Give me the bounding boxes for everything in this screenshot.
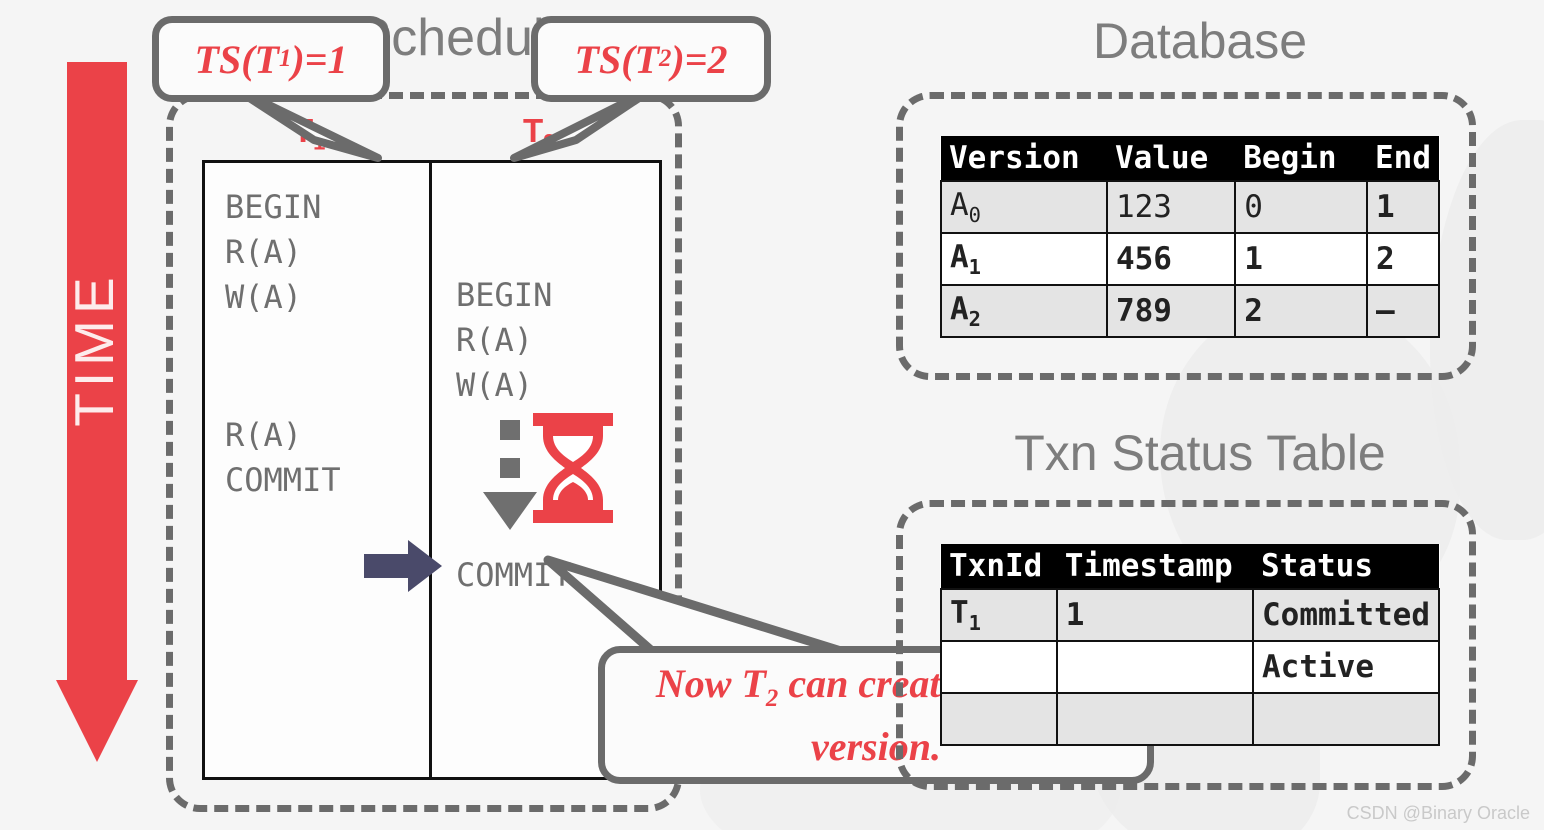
right-arrow-icon <box>364 540 442 592</box>
db-cell-version: A0 <box>940 180 1108 234</box>
t2-ops-top: BEGIN R(A) W(A) <box>456 276 553 404</box>
ts2-suffix: )=2 <box>671 36 728 82</box>
watermark-credit: CSDN @Binary Oracle <box>1346 803 1530 823</box>
tst-cell-timestamp <box>1055 692 1255 746</box>
txn-status-title: Txn Status Table <box>1014 425 1386 481</box>
tst-cell-status: Active <box>1252 640 1440 694</box>
tst-cell-timestamp: 1 <box>1055 588 1255 642</box>
tst-col-timestamp: Timestamp <box>1056 544 1254 589</box>
time-arrow-head <box>56 680 138 762</box>
db-cell-end: 2 <box>1366 232 1440 286</box>
t1-ops-top: BEGIN R(A) W(A) <box>225 188 322 316</box>
callout-ts1: TS(T 1)=1 <box>152 16 390 102</box>
wait-dot <box>500 420 520 440</box>
table-row: T1 1 Committed <box>940 588 1440 642</box>
db-cell-end: – <box>1366 284 1440 338</box>
db-cell-end: 1 <box>1366 180 1440 234</box>
table-header-row: TxnId Timestamp Status <box>941 544 1439 589</box>
time-axis-arrow: TIME <box>56 62 138 762</box>
note-line1-sub: 2 <box>765 684 779 712</box>
db-cell-begin: 2 <box>1234 284 1368 338</box>
db-col-end: End <box>1367 136 1439 181</box>
tst-cell-status <box>1252 692 1440 746</box>
tst-col-txnid: TxnId <box>941 544 1057 589</box>
ts1-suffix: )=1 <box>291 36 348 82</box>
slide-canvas: TIME Schedule T1 T2 BEGIN R(A) W(A) R(A)… <box>0 0 1544 830</box>
table-row <box>940 692 1440 746</box>
tst-cell-txnid: T1 <box>940 588 1058 642</box>
table-row: A0 123 0 1 <box>940 180 1440 234</box>
db-cell-version: A1 <box>940 232 1108 286</box>
tst-col-status: Status <box>1253 544 1439 589</box>
database-title: Database <box>1092 13 1308 69</box>
ts2-prefix: TS(T <box>574 36 659 82</box>
table-row: A1 456 1 2 <box>940 232 1440 286</box>
db-cell-begin: 1 <box>1234 232 1368 286</box>
db-cell-version: A2 <box>940 284 1108 338</box>
tst-cell-status: Committed <box>1252 588 1440 642</box>
db-col-value: Value <box>1106 136 1236 181</box>
db-col-version: Version <box>941 136 1107 181</box>
time-axis-label: TIME <box>63 271 125 427</box>
wait-dot <box>500 458 520 478</box>
note-line1-a: Now T <box>655 660 766 706</box>
db-col-begin: Begin <box>1235 136 1367 181</box>
t1-ops-bottom: R(A) COMMIT <box>225 416 341 499</box>
db-cell-value: 123 <box>1105 180 1237 234</box>
txn-status-table: TxnId Timestamp Status T1 1 Committed Acti… <box>940 544 1440 746</box>
wait-down-triangle <box>483 492 537 530</box>
schedule-column-t1: BEGIN R(A) W(A) R(A) COMMIT <box>205 163 432 777</box>
table-header-row: Version Value Begin End <box>941 136 1439 181</box>
db-cell-begin: 0 <box>1234 180 1368 234</box>
table-row: A2 789 2– <box>940 284 1440 338</box>
database-table: Version Value Begin End A0 123 0 1 A1 456 1 2 A2… <box>940 136 1440 338</box>
callout-ts2: TS(T 2)=2 <box>531 16 771 102</box>
tst-cell-txnid <box>940 640 1058 694</box>
hourglass-icon <box>533 413 613 523</box>
ts2-sub: 2 <box>658 45 672 72</box>
tst-cell-timestamp <box>1055 640 1255 694</box>
db-cell-value: 456 <box>1105 232 1237 286</box>
ts1-sub: 1 <box>278 45 292 72</box>
ts1-prefix: TS(T <box>194 36 279 82</box>
tst-cell-txnid <box>940 692 1058 746</box>
table-row: Active <box>940 640 1440 694</box>
db-cell-value: 789 <box>1105 284 1237 338</box>
